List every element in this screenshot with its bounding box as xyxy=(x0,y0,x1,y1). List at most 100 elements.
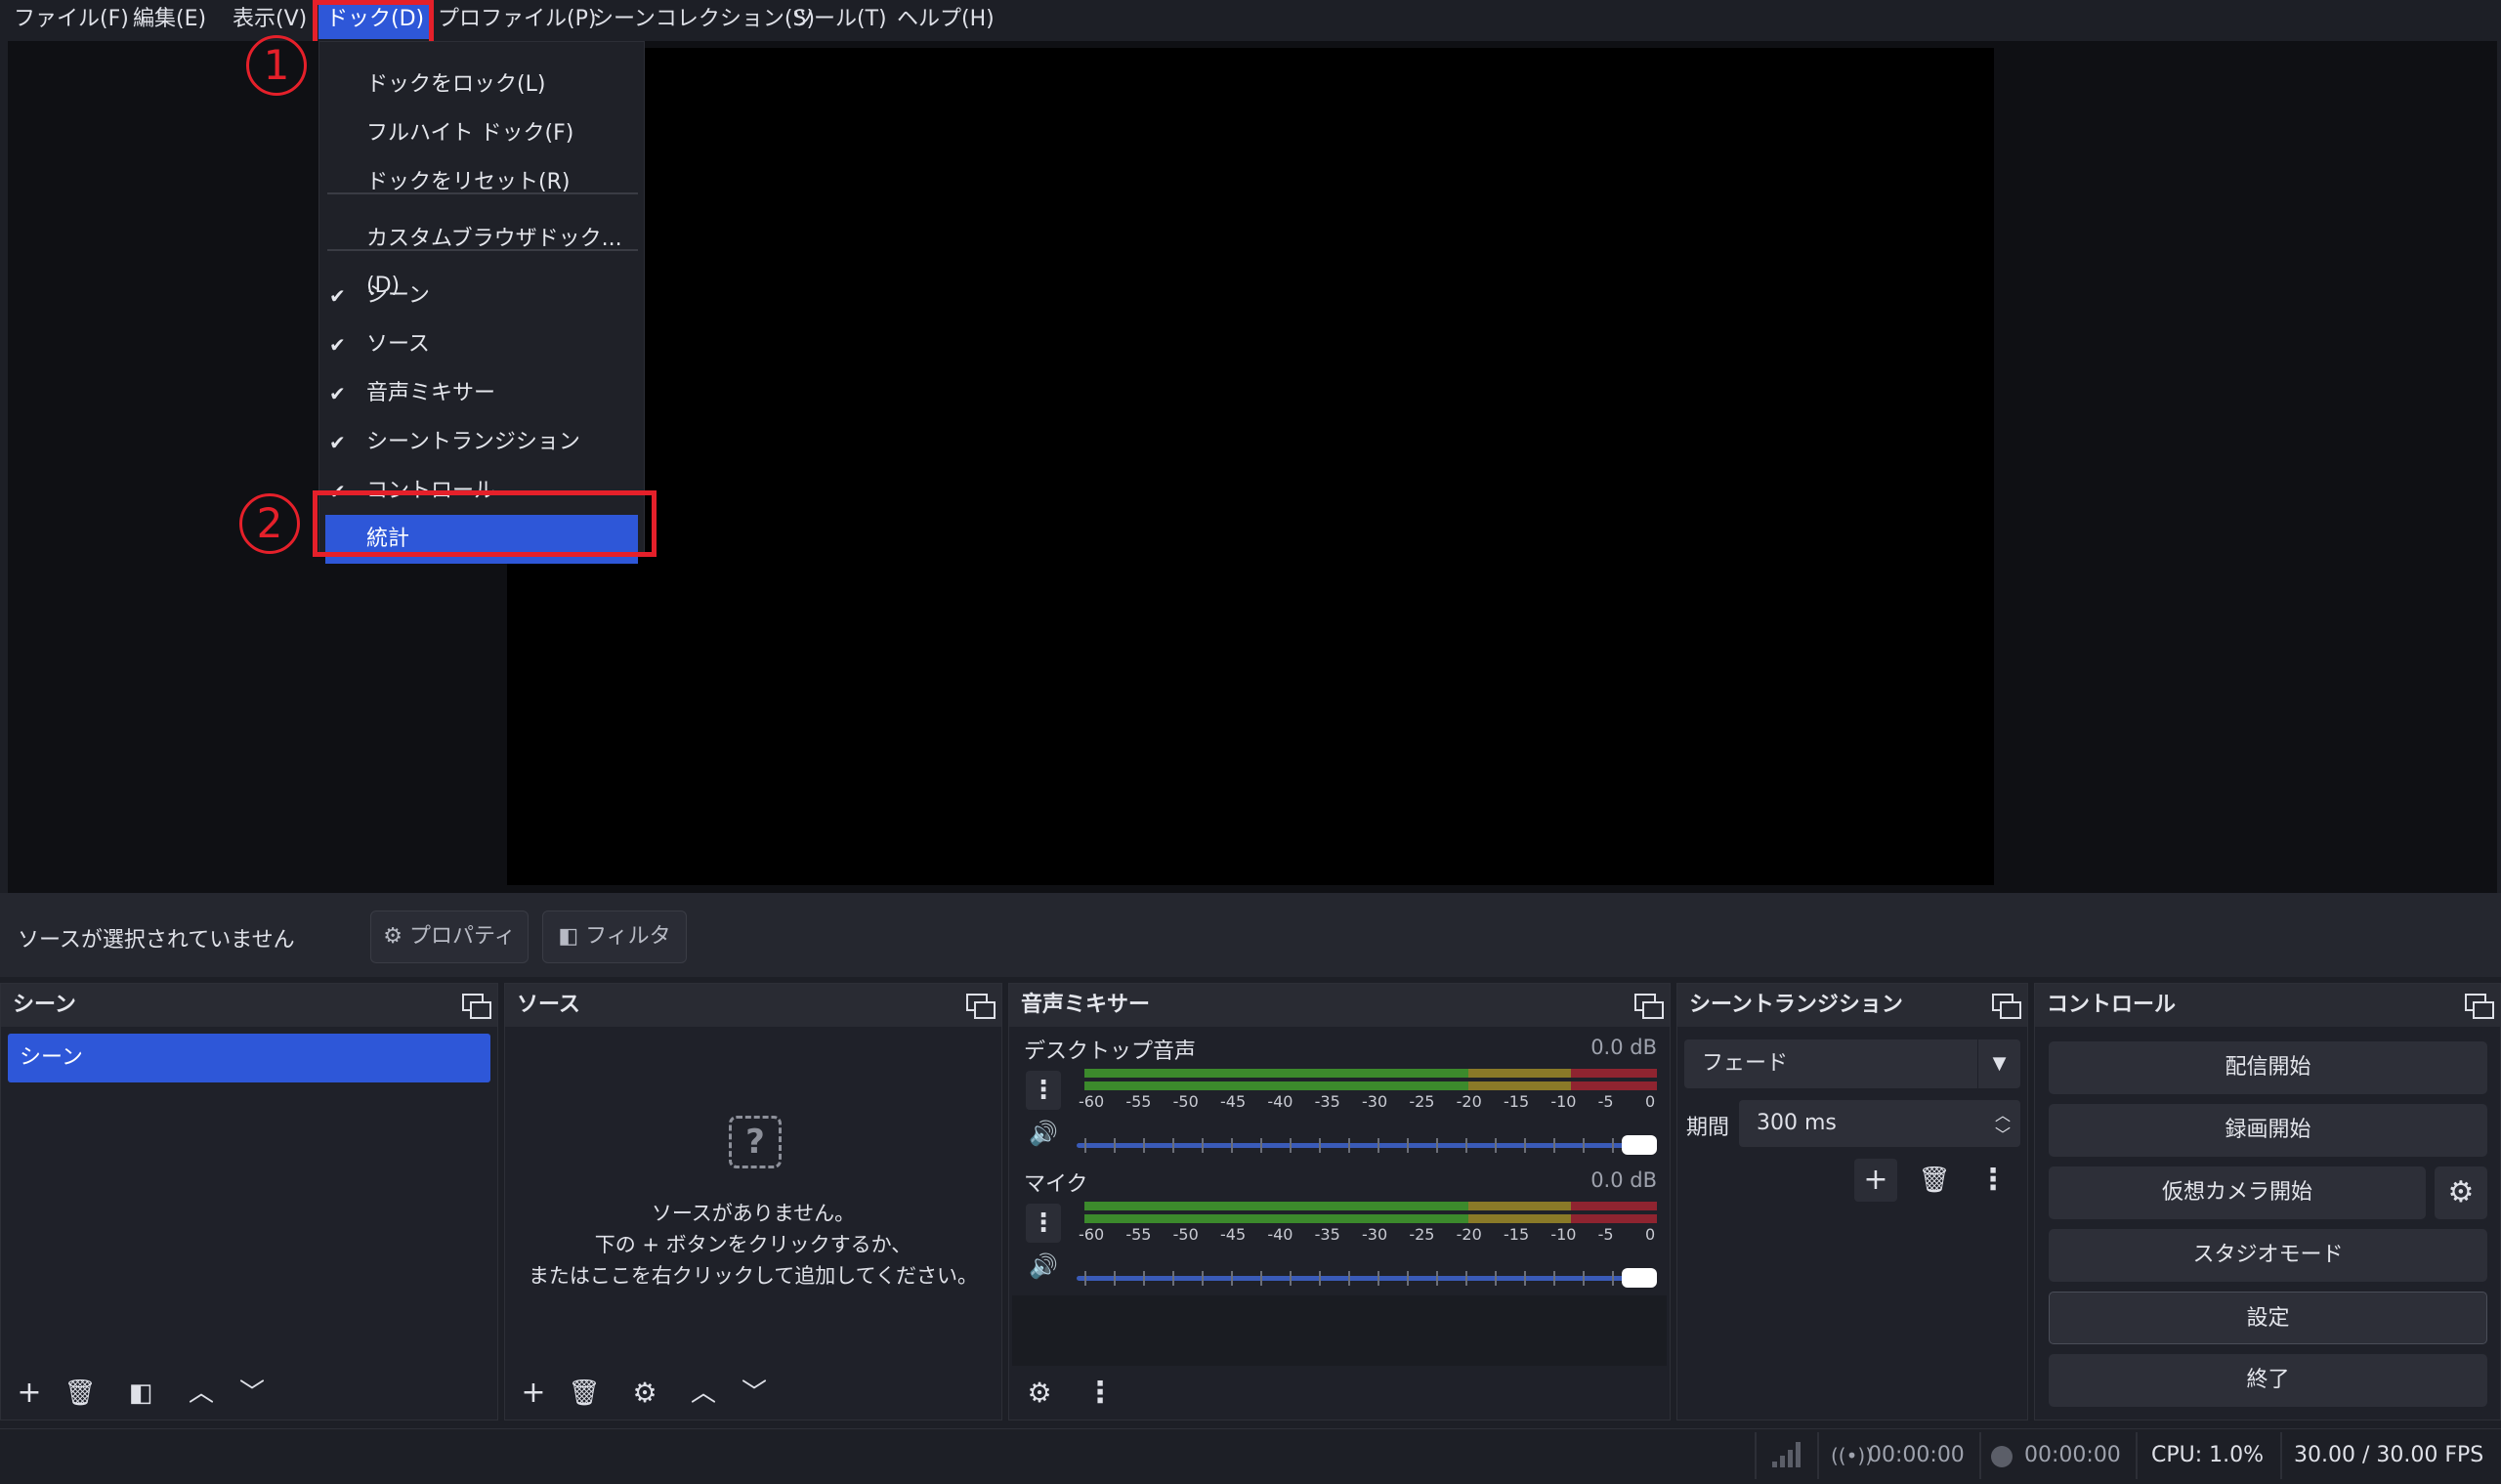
advanced-audio-button[interactable]: ⚙ xyxy=(1018,1372,1061,1415)
slider-handle[interactable] xyxy=(1622,1268,1657,1288)
settings-button[interactable]: 設定 xyxy=(2049,1292,2487,1344)
volume-slider[interactable] xyxy=(1077,1133,1657,1159)
studio-mode-button[interactable]: スタジオモード xyxy=(2049,1229,2487,1282)
float-dock-icon[interactable] xyxy=(1634,994,1664,1019)
menu-item-lock-docks[interactable]: ドックをロック(L) xyxy=(319,62,644,108)
menu-item-label: ソース xyxy=(366,332,430,357)
start-virtual-camera-button[interactable]: 仮想カメラ開始 xyxy=(2049,1166,2426,1219)
speaker-icon: 🔊 xyxy=(1029,1120,1058,1147)
preview-canvas[interactable] xyxy=(507,48,1994,885)
menu-profile[interactable]: プロファイル(P) xyxy=(430,0,604,39)
slider-tick xyxy=(1260,1271,1262,1286)
transition-menu-button[interactable]: ⋮ xyxy=(1971,1159,2014,1202)
channel-menu-button[interactable]: ⋮ xyxy=(1026,1204,1061,1243)
add-source-button[interactable]: + xyxy=(512,1372,555,1415)
move-scene-down-button[interactable]: ﹀ xyxy=(231,1372,274,1415)
menu-item-label: ドックをリセット(R) xyxy=(366,170,571,194)
meter-segment xyxy=(1467,1214,1572,1223)
slider-tick xyxy=(1348,1138,1350,1153)
menu-separator xyxy=(327,192,638,194)
menu-view[interactable]: 表示(V) xyxy=(225,0,315,39)
slider-tick xyxy=(1348,1271,1350,1286)
mute-button[interactable]: 🔊 xyxy=(1026,1249,1061,1284)
volume-slider[interactable] xyxy=(1077,1266,1657,1292)
no-sources-message[interactable]: ソースがありません。 下の + ボタンをクリックするか、 またはここを右クリック… xyxy=(508,1198,998,1292)
menu-item-custom-browser-docks[interactable]: カスタムブラウザドック...(D) xyxy=(319,216,644,298)
move-scene-up-button[interactable]: ︿ xyxy=(180,1372,223,1415)
stream-time: 00:00:00 xyxy=(1868,1443,1965,1467)
scene-list-item[interactable]: シーン xyxy=(8,1034,490,1082)
dock-title: シーントランジション xyxy=(1689,993,1903,1017)
float-dock-icon[interactable] xyxy=(2465,994,2494,1019)
menu-file[interactable]: ファイル(F) xyxy=(6,0,137,39)
meter-tick-label: -10 xyxy=(1550,1092,1577,1111)
transition-select[interactable]: フェード ▼ xyxy=(1684,1039,2020,1088)
meter-tick-label: -15 xyxy=(1504,1092,1530,1111)
virtual-camera-settings-button[interactable]: ⚙ xyxy=(2435,1166,2487,1219)
mixer-menu-button[interactable]: ⋮ xyxy=(1079,1372,1122,1415)
slider-handle[interactable] xyxy=(1622,1135,1657,1155)
slider-tick xyxy=(1260,1138,1262,1153)
remove-transition-button[interactable]: 🗑 xyxy=(1913,1159,1956,1202)
channel-name: マイク xyxy=(1024,1172,1088,1197)
properties-button[interactable]: ⚙ プロパティ xyxy=(370,911,529,963)
add-transition-button[interactable]: + xyxy=(1854,1159,1897,1202)
slider-tick xyxy=(1553,1271,1555,1286)
remove-scene-button[interactable]: 🗑 xyxy=(59,1372,102,1415)
scene-filters-button[interactable]: ◧ xyxy=(119,1372,162,1415)
slider-tick xyxy=(1202,1271,1204,1286)
slider-tick xyxy=(1231,1271,1233,1286)
chevron-down-icon: ﹀ xyxy=(238,1378,265,1408)
volume-meter xyxy=(1084,1202,1657,1223)
menu-item-scene-transitions[interactable]: ✔ シーントランジション xyxy=(319,419,644,466)
menu-item-reset-docks[interactable]: ドックをリセット(R) xyxy=(319,159,644,206)
streaming-icon: ((•)) xyxy=(1831,1444,1874,1467)
filters-button[interactable]: ◧ フィルタ xyxy=(542,911,687,963)
meter-tick-label: -50 xyxy=(1172,1225,1199,1244)
kebab-icon: ⋮ xyxy=(1978,1163,2008,1197)
menu-edit[interactable]: 編集(E) xyxy=(125,0,214,39)
meter-tick-label: 0 xyxy=(1645,1092,1656,1111)
start-streaming-button[interactable]: 配信開始 xyxy=(2049,1041,2487,1094)
menu-item-sources[interactable]: ✔ ソース xyxy=(319,321,644,368)
dock-header: コントロール xyxy=(2035,984,2500,1027)
meter-tick-label: -25 xyxy=(1409,1225,1435,1244)
menu-item-audio-mixer[interactable]: ✔ 音声ミキサー xyxy=(319,370,644,417)
slider-tick xyxy=(1495,1138,1497,1153)
empty-line: 下の + ボタンをクリックするか、 xyxy=(594,1233,912,1256)
meter-tick-label: -5 xyxy=(1597,1092,1614,1111)
slider-tick xyxy=(1524,1271,1526,1286)
float-dock-icon[interactable] xyxy=(1992,994,2021,1019)
slider-tick xyxy=(1143,1138,1145,1153)
slider-tick xyxy=(1378,1271,1379,1286)
menu-item-full-height-docks[interactable]: フルハイト ドック(F) xyxy=(319,110,644,157)
start-recording-button[interactable]: 録画開始 xyxy=(2049,1104,2487,1157)
mute-button[interactable]: 🔊 xyxy=(1026,1116,1061,1151)
channel-menu-button[interactable]: ⋮ xyxy=(1026,1071,1061,1110)
meter-tick-label: -20 xyxy=(1456,1092,1482,1111)
slider-tick xyxy=(1612,1271,1614,1286)
duration-spinbox[interactable]: 300 ms ︿ ﹀ xyxy=(1739,1100,2020,1147)
check-icon: ✔ xyxy=(329,382,346,405)
speaker-icon: 🔊 xyxy=(1029,1252,1058,1280)
menu-item-label: シーントランジション xyxy=(366,430,580,454)
menu-item-scenes[interactable]: ✔ シーン xyxy=(319,273,644,319)
status-separator xyxy=(1755,1432,1757,1479)
filters-label: フィルタ xyxy=(585,924,671,949)
float-dock-icon[interactable] xyxy=(462,994,491,1019)
source-properties-button[interactable]: ⚙ xyxy=(623,1372,666,1415)
menu-help[interactable]: ヘルプ(H) xyxy=(889,0,1002,39)
remove-source-button[interactable]: 🗑 xyxy=(563,1372,606,1415)
chevron-down-icon[interactable]: ﹀ xyxy=(1995,1122,2011,1145)
status-bar xyxy=(0,1428,2501,1484)
add-scene-button[interactable]: + xyxy=(8,1372,51,1415)
status-separator xyxy=(2136,1432,2138,1479)
float-dock-icon[interactable] xyxy=(966,994,996,1019)
move-source-up-button[interactable]: ︿ xyxy=(682,1372,725,1415)
meter-segment xyxy=(1084,1069,1468,1078)
menu-tools[interactable]: ツール(T) xyxy=(784,0,895,39)
exit-button[interactable]: 終了 xyxy=(2049,1354,2487,1407)
move-source-down-button[interactable]: ﹀ xyxy=(733,1372,776,1415)
meter-tick-label: -30 xyxy=(1362,1092,1388,1111)
slider-tick xyxy=(1290,1271,1292,1286)
